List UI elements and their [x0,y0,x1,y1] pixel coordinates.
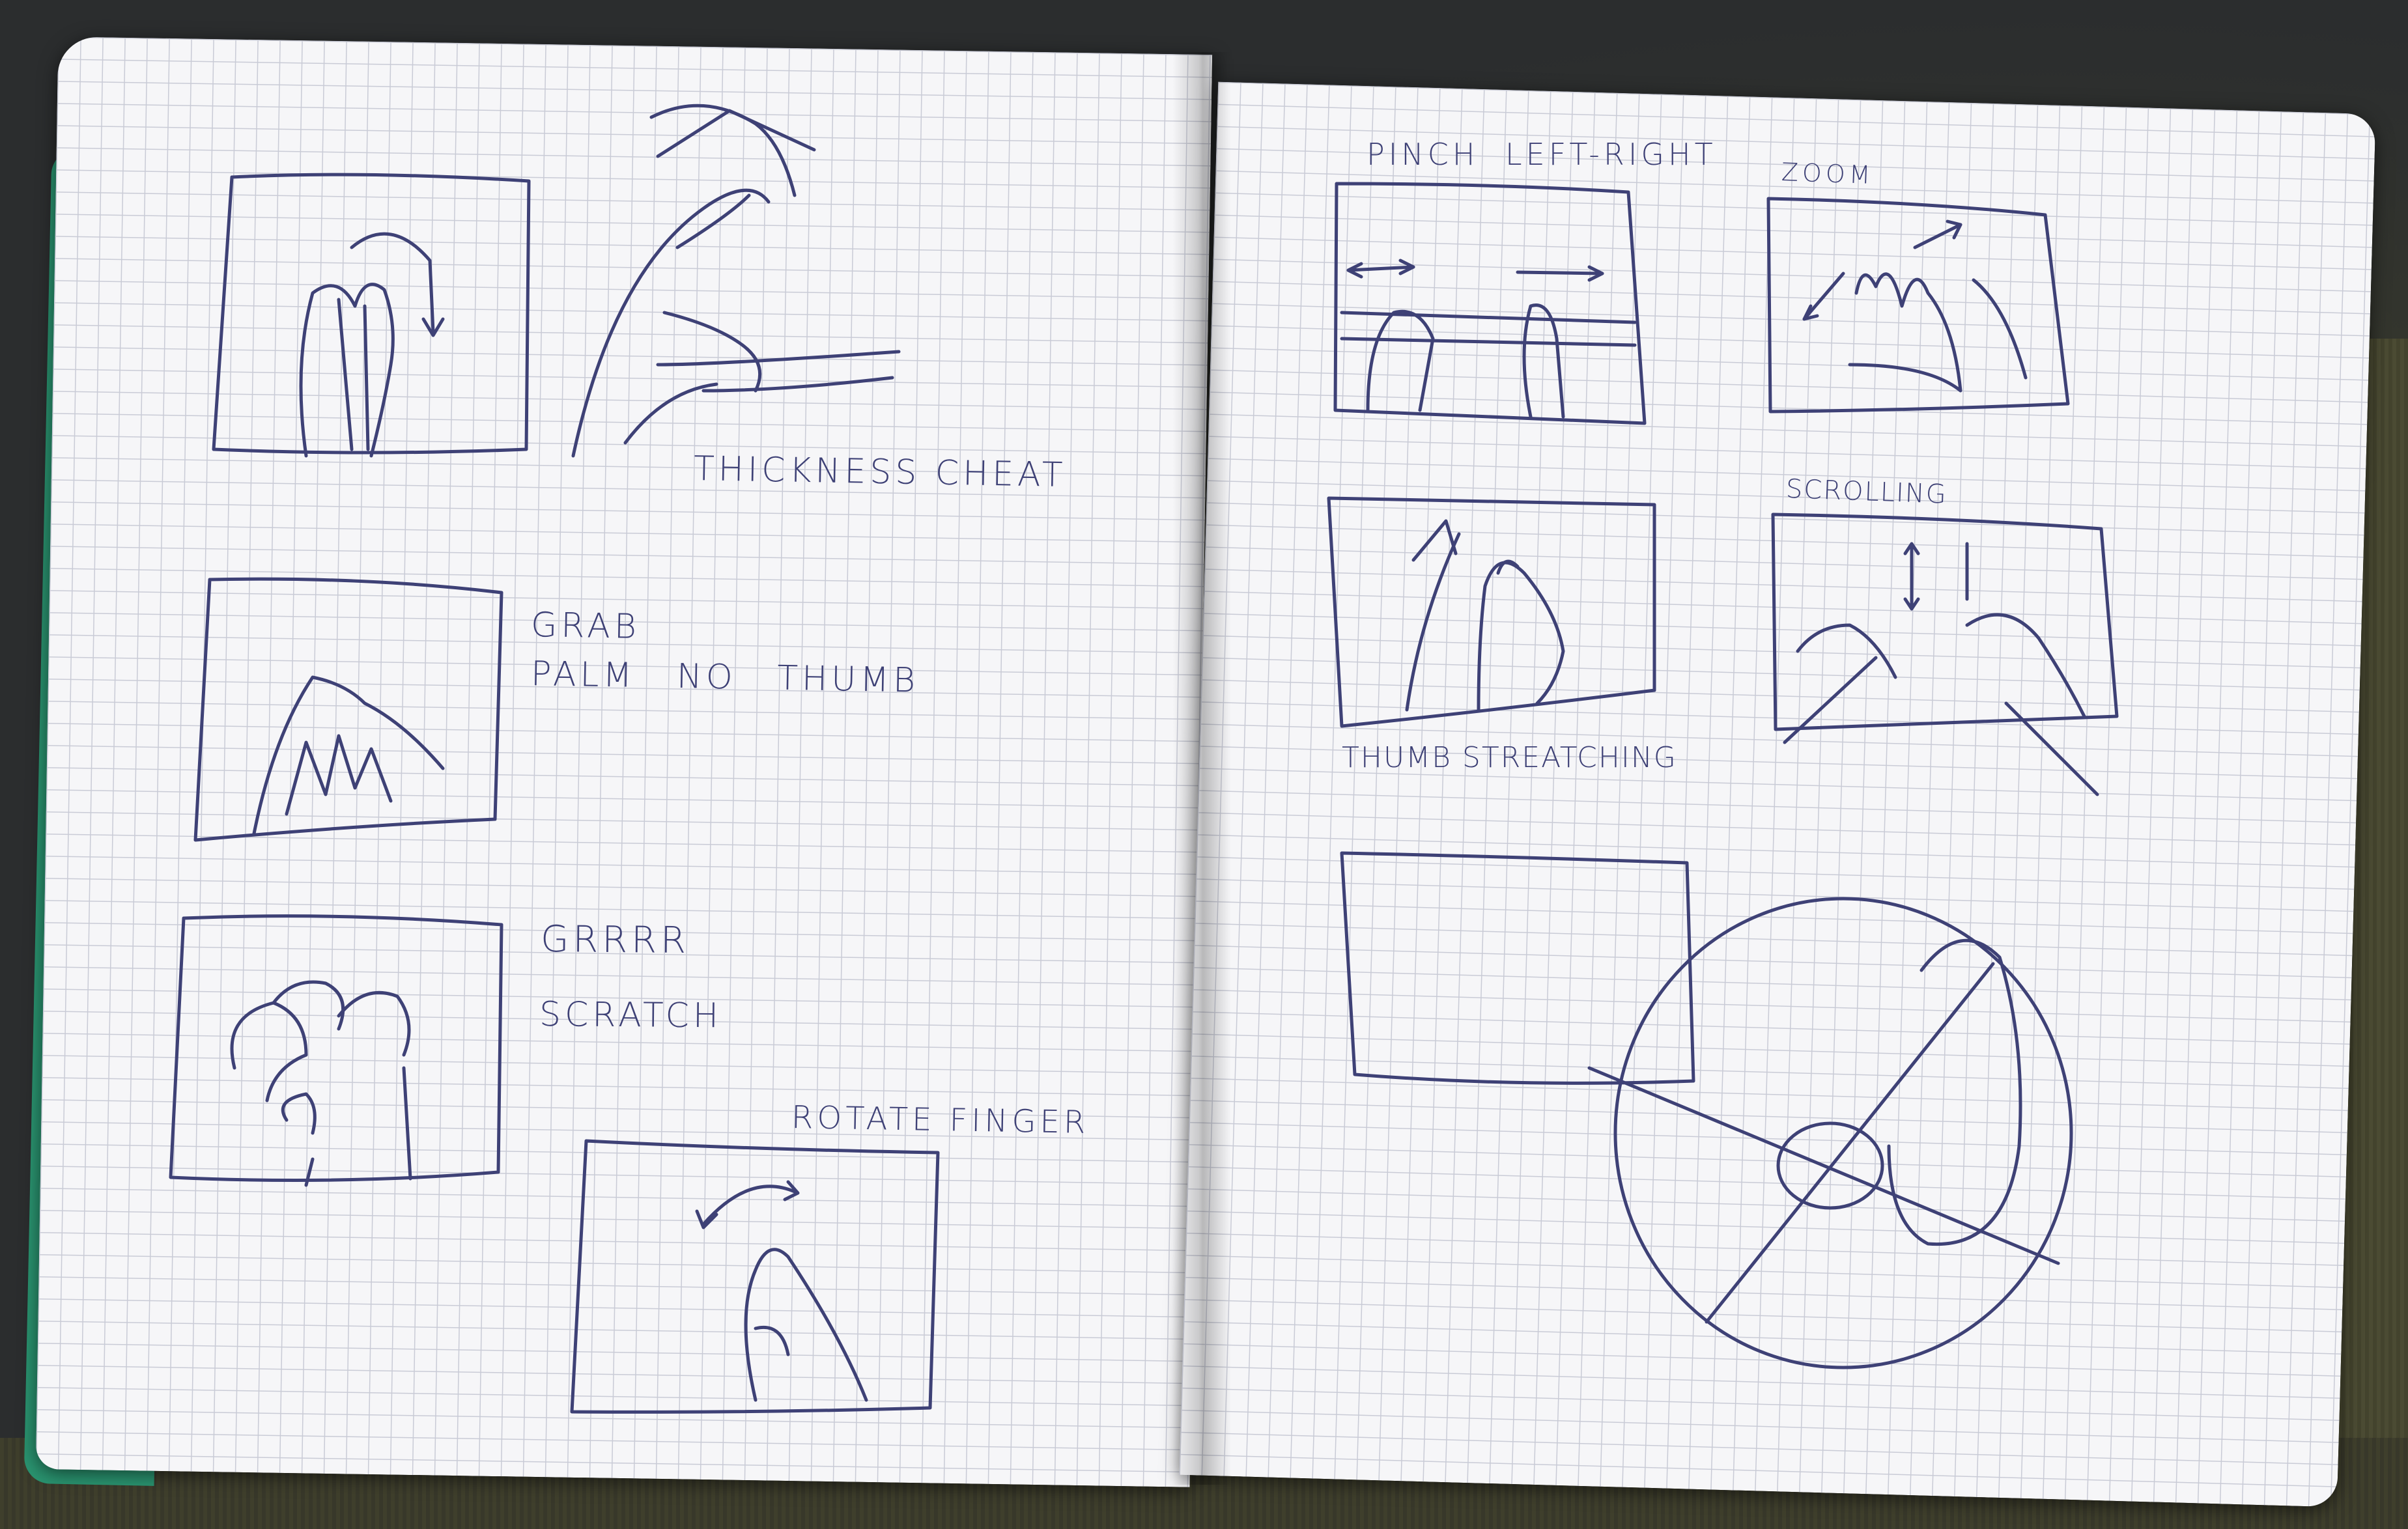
label-rotate-finger: ROTATE FINGER [791,1099,1090,1141]
label-zoom: ZOOM [1781,158,1875,189]
label-pinch-left-right: PINCH LEFT-RIGHT [1367,137,1717,172]
label-scrolling: SCROLLING [1785,474,1948,510]
label-grrrr: GRRRR [540,918,690,962]
sketch-rotate-finger [570,1139,940,1414]
label-palm-no-thumb: PALM NO THUMB [530,654,920,701]
sketches-layer [169,104,2119,1414]
sketch-hand-thickness-cheat [571,104,901,458]
label-thumb-stretching: THUMB STREATCHING [1342,741,1677,774]
label-grab: GRAB [530,606,641,647]
sketch-pinch-left-right [1333,182,1647,425]
sketch-thumb-stretching [1327,496,1656,728]
label-scratch: SCRATCH [539,995,723,1036]
sketch-scrolling [1771,512,2119,796]
sketch-scratch-claw [169,914,503,1187]
sketch-zoom [1766,197,2070,414]
sketch-circle-diagram [1340,851,2073,1369]
sketch-grab-palm [193,577,503,842]
label-thickness-cheat: THICKNESS CHEAT [693,449,1067,495]
sketch-hand-rotate-in-frame [212,173,531,458]
